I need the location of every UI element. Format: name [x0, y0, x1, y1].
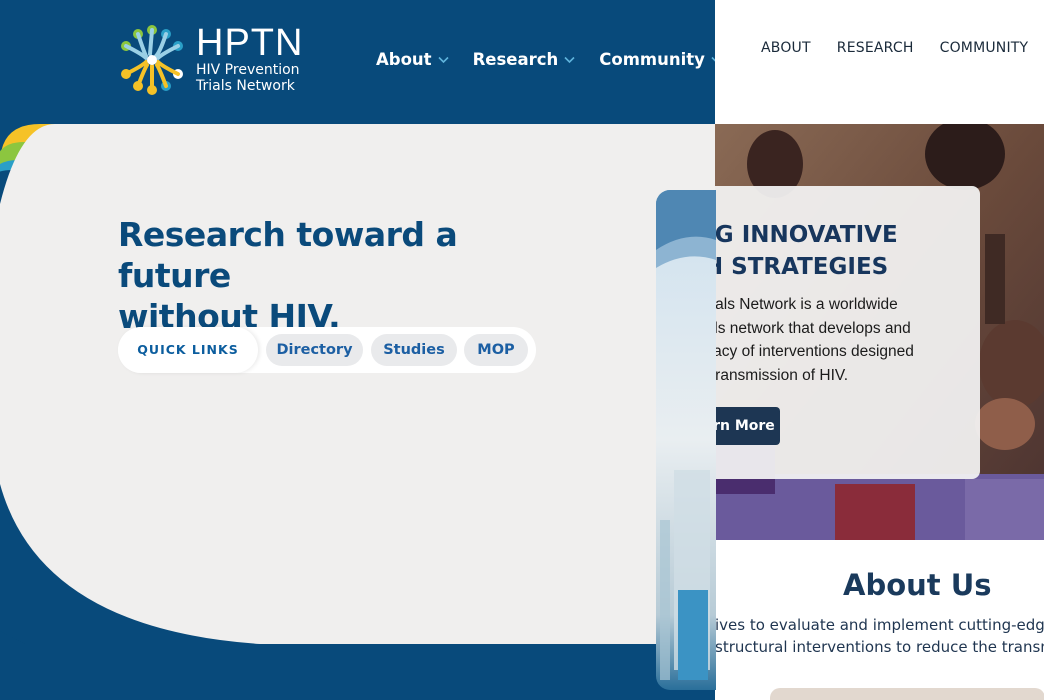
main-nav: About Research Community — [376, 50, 715, 69]
logo-subtitle-line2: Trials Network — [196, 78, 295, 94]
learn-more-button[interactable]: Learn More — [715, 407, 780, 445]
feature-body-line: n Trials Network is a worldwide — [715, 296, 898, 313]
feature-body: n Trials Network is a worldwide l trials… — [715, 293, 975, 387]
hero-headline-line1: Research toward a future — [118, 215, 458, 295]
secondary-nav: ABOUT RESEARCH COMMUNITY — [761, 40, 1028, 56]
main-site-panel: HPTN HIV Prevention Trials Network About… — [0, 0, 715, 700]
secondary-site-panel: ABOUT RESEARCH COMMUNITY ING INNOVATIVE … — [715, 0, 1044, 700]
nav-research[interactable]: Research — [473, 50, 576, 69]
hero-background — [0, 124, 715, 644]
lab-image — [656, 190, 716, 690]
quick-link-studies[interactable]: Studies — [371, 334, 457, 366]
about-us-heading: About Us — [843, 568, 992, 602]
quick-link-mop[interactable]: MOP — [464, 334, 528, 366]
feature-card: ING INNOVATIVE CH STRATEGIES n Trials Ne… — [715, 186, 980, 479]
nav-about-label: About — [376, 50, 432, 69]
secondary-nav-about[interactable]: ABOUT — [761, 40, 811, 56]
logo-title: HPTN — [196, 22, 304, 64]
about-us-text: ives to evaluate and implement cutting-e… — [715, 614, 1044, 658]
feature-title: ING INNOVATIVE CH STRATEGIES — [715, 219, 977, 283]
chevron-down-icon — [437, 56, 449, 63]
nav-community-label: Community — [599, 50, 705, 69]
feature-body-line: l trials network that develops and — [715, 319, 911, 337]
logo-subtitle-line1: HIV Prevention — [196, 62, 300, 78]
hptn-logo[interactable]: HPTN HIV Prevention Trials Network — [116, 22, 326, 96]
secondary-nav-research[interactable]: RESEARCH — [837, 40, 914, 56]
about-us-line1: ives to evaluate and implement cutting-e… — [715, 616, 1044, 634]
feature-title-line2: CH STRATEGIES — [715, 254, 889, 280]
nav-research-label: Research — [472, 50, 559, 69]
bottom-card-edge — [770, 688, 1044, 700]
feature-title-line1: ING INNOVATIVE — [715, 222, 898, 248]
quick-links-bar: QUICK LINKS Directory Studies MOP — [118, 327, 536, 373]
secondary-nav-community[interactable]: COMMUNITY — [940, 40, 1029, 56]
feature-body-line: the transmission of HIV. — [715, 366, 849, 384]
quick-links-label: QUICK LINKS — [118, 327, 258, 373]
chevron-down-icon — [564, 56, 575, 63]
logo-subtitle: HIV Prevention Trials Network — [196, 62, 300, 94]
quick-link-directory[interactable]: Directory — [266, 334, 363, 366]
about-us-line2: structural interventions to reduce the t… — [715, 638, 1044, 656]
hero-headline: Research toward a future without HIV. — [118, 214, 558, 337]
hptn-logo-mark-icon — [121, 25, 183, 95]
nav-community[interactable]: Community — [599, 50, 715, 69]
feature-body-line: efficacy of interventions designed — [715, 343, 914, 360]
nav-about[interactable]: About — [376, 50, 449, 69]
